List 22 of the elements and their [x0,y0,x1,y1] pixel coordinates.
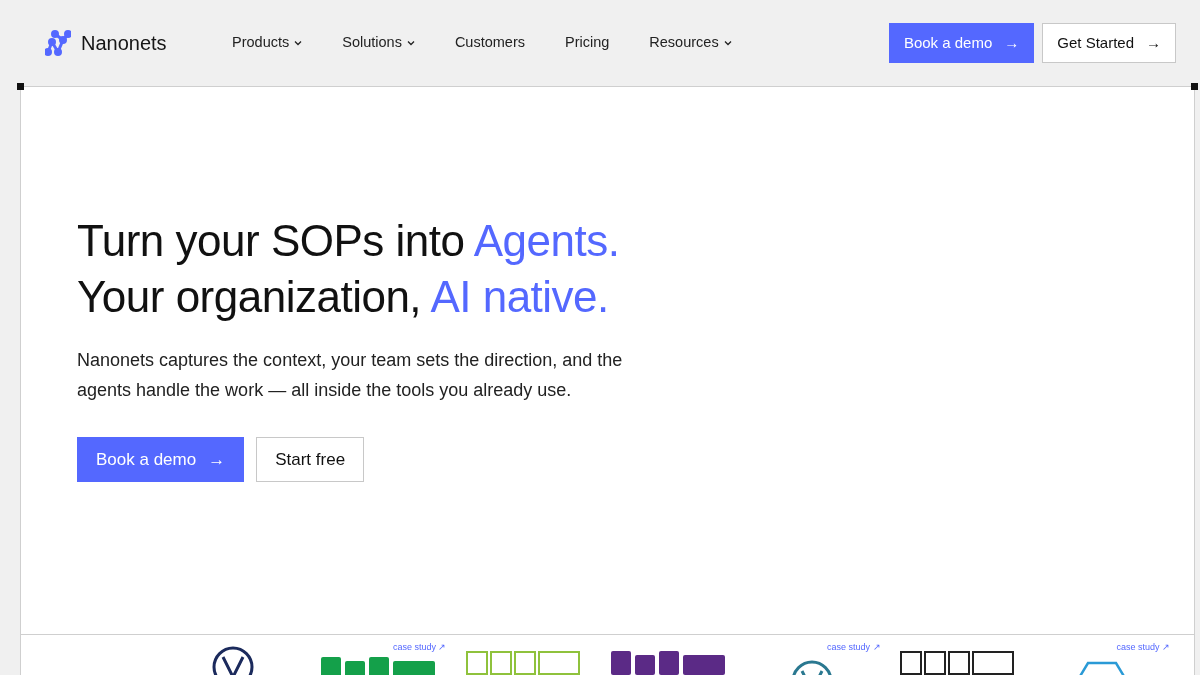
chevron-down-icon [723,40,732,46]
brand-name[interactable]: Nanonets [81,28,167,58]
case-study-link[interactable]: case study ↗ [1116,641,1171,655]
book-demo-button[interactable]: Book a demo → [77,437,245,482]
logo-icon [45,30,71,56]
chevron-down-icon [294,40,303,46]
chevron-down-icon [406,40,415,46]
corner-handle[interactable] [1191,83,1198,90]
nav-link[interactable]: Resources [649,32,732,54]
hero-headline: Turn your SOPs into Agents. [77,215,621,267]
nav-link[interactable]: Pricing [565,32,610,54]
nav-link[interactable]: Customers [454,32,525,54]
hero-headline: Your organization, AI native. [77,271,610,323]
corner-handle[interactable] [17,83,24,90]
start-free-button[interactable]: Start free [256,437,365,482]
get-started-button[interactable]: Get Started → [1042,23,1176,63]
book-demo-button[interactable]: Book a demo → [888,23,1035,63]
nav-link[interactable]: Solutions [342,32,415,54]
case-study-link[interactable]: case study ↗ [827,641,881,655]
nav-link[interactable]: Products [232,32,303,54]
case-study-link[interactable]: case study ↗ [392,641,447,655]
hero-description: Nanonets captures the context, your team sets the direction, and the agents handle the work — all inside the tools you already use. [77,349,624,402]
